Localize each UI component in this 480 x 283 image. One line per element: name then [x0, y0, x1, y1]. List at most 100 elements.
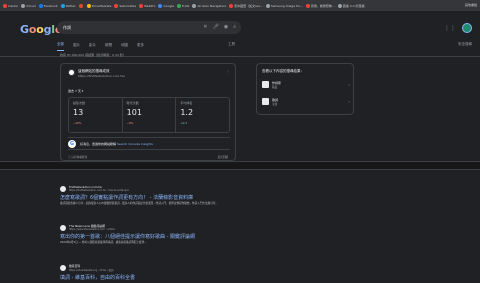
metric-label: 點擊次數 — [73, 101, 86, 105]
bookmark-favicon-icon — [177, 3, 182, 8]
bookmark-item[interactable]: Twitter — [60, 3, 76, 8]
search-console-icon: G — [68, 139, 76, 148]
bookmark-item[interactable]: Facebook — [38, 3, 58, 8]
bookmark-label: E-UR — [182, 3, 190, 8]
result-title[interactable]: 怎麼寫歌詞？6個實點讓作詞更有方向！ - 法蘭條影音資料庫 — [60, 194, 260, 201]
search-console-text: 好消息，透過你的網站瞭解 Search Console Insights — [80, 141, 153, 146]
search-console-link[interactable]: G 好消息，透過你的網站瞭解 Search Console Insights — [68, 137, 230, 150]
more-options-icon[interactable]: ⋮ — [226, 69, 230, 74]
tools-button[interactable]: 工具 — [228, 42, 235, 47]
bookmark-favicon-icon — [38, 3, 43, 8]
result-snippet: 2020年6月5日 — 你可以選擇先寫旋律再填詞，或者先寫歌詞再配上旋律... — [60, 241, 147, 244]
metric-value: 13 — [73, 108, 84, 117]
bookmark-favicon-icon — [139, 3, 144, 8]
bookmark-item[interactable]: Insider — [3, 3, 18, 8]
metrics-table: 點擊次數 13 −40% 曝光次數 101 −8% 平均排名 1.2 +0.2 — [68, 97, 230, 133]
result-site[interactable]: The News Lens 關鍵評論網 https://www.thenewsl… — [60, 224, 260, 231]
bookmark-label: DriveHelvete — [91, 3, 112, 8]
bookmark-item[interactable]: All Gian Navigators — [192, 3, 227, 8]
bookmark-item[interactable]: SaturGlobe — [114, 3, 137, 8]
metric-change: +0.2 — [180, 121, 188, 125]
search-icon[interactable]: ⌕ — [233, 24, 236, 30]
result-title[interactable]: 寫出你的第一首歌：八個絕佳提示讓你寫好歌曲 - 關鍵評論網 — [60, 233, 260, 240]
tab-3[interactable]: 新聞 — [105, 42, 112, 51]
site-favicon-icon — [60, 224, 66, 231]
bookmark-favicon-icon — [21, 3, 26, 8]
visibility-note: ⓘ 只有你看得到 — [68, 156, 87, 159]
item-thumbnail — [262, 81, 269, 88]
search-tabs: 全部 圖片 影片 新聞 地圖 更多 — [57, 42, 144, 51]
bookmark-item[interactable]: iCloud — [21, 3, 36, 8]
apps-grid-icon[interactable]: ⋮⋮ — [444, 25, 456, 32]
safesearch-button[interactable]: 安全搜尋 — [458, 42, 472, 47]
feedback-link[interactable]: 意見回饋 — [218, 155, 228, 159]
tab-4[interactable]: 地圖 — [121, 42, 128, 51]
metric-label: 曝光次數 — [126, 101, 139, 105]
search-result: 維基百科 https://zh.wikipedia.org › zh-tw › … — [60, 264, 260, 281]
metric-value: 101 — [126, 108, 142, 117]
bookmark-item[interactable] — [78, 3, 84, 8]
search-box[interactable]: 作詞 ✕ 🎤︎ ◉ ⌕ — [57, 21, 241, 34]
bookmark-item[interactable]: WebPro — [139, 3, 156, 8]
result-title[interactable]: 填詞 - 維基百科，自由的百科全書 — [60, 274, 260, 281]
panel-item[interactable]: 歌詞 主題 › — [262, 95, 350, 108]
item-title: 歌詞 — [272, 97, 279, 102]
item-subtitle: 主題 — [272, 102, 278, 106]
card-url[interactable]: https://findfastsolution.com.tw/ — [78, 74, 125, 78]
bookmark-label: Twitter — [65, 3, 76, 8]
bookmark-item[interactable]: Google — [158, 3, 174, 8]
bookmark-item[interactable]: Samsung Image fro... — [265, 3, 303, 8]
bookmark-favicon-icon — [337, 3, 342, 8]
bookmark-label: SaturGlobe — [119, 3, 137, 8]
clear-icon[interactable]: ✕ — [203, 24, 207, 30]
site-favicon-icon — [60, 265, 66, 271]
bookmark-favicon-icon — [78, 3, 83, 8]
item-subtitle: 職業 — [272, 85, 278, 89]
bookmark-label: iCloud — [26, 3, 36, 8]
search-result: findfastsolution.com.tw https://findfast… — [60, 185, 260, 206]
bookmark-label: 廣播 4.0 於廣播 — [342, 3, 365, 8]
bookmark-label: All Gian Navigators — [197, 3, 227, 8]
chevron-right-icon: › — [348, 99, 350, 104]
bookmark-item[interactable]: 廣播 4.0 於廣播 — [337, 3, 365, 8]
tab-5[interactable]: 更多 — [137, 42, 144, 51]
item-title: 作詞家 — [272, 80, 282, 85]
header-actions: ⋮⋮ — [444, 23, 472, 33]
tab-2[interactable]: 影片 — [89, 42, 96, 51]
bookmark-item[interactable]: 音樂，娛樂發佈... — [305, 3, 335, 8]
result-site[interactable]: findfastsolution.com.tw https://findfast… — [60, 185, 260, 192]
other-bookmarks[interactable]: 其他書籤 — [465, 3, 477, 7]
metric-change: −8% — [126, 121, 134, 125]
metric-value: 1.2 — [180, 108, 194, 117]
mic-icon[interactable]: 🎤︎ — [212, 24, 218, 30]
item-thumbnail — [262, 98, 269, 105]
card-header: 這個網站的搜尋成效 https://findfastsolution.com.t… — [68, 69, 125, 78]
tab-1[interactable]: 圖片 — [73, 42, 80, 51]
bookmark-label: Samsung Image fro... — [270, 3, 303, 8]
site-favicon-icon — [60, 185, 66, 192]
bookmark-item[interactable]: 東中國華（如文rea... — [229, 3, 263, 8]
bookmark-favicon-icon — [265, 3, 270, 8]
panel-title: 查看以下內容的搜尋結果： — [262, 69, 304, 73]
google-logo[interactable]: Google — [20, 23, 62, 36]
metric-impressions: 曝光次數 101 −8% — [123, 98, 177, 132]
site-url: https://zh.wikipedia.org › zh-tw › 填詞 — [69, 269, 114, 272]
avatar[interactable] — [462, 23, 472, 33]
tab-0[interactable]: 全部 — [57, 42, 64, 51]
bookmark-favicon-icon — [192, 3, 197, 8]
result-site[interactable]: 維基百科 https://zh.wikipedia.org › zh-tw › … — [60, 264, 260, 272]
search-result: The News Lens 關鍵評論網 https://www.thenewsl… — [60, 224, 260, 245]
period-selector[interactable]: 過去 7 天 ▾ — [68, 89, 83, 93]
site-url: https://www.thenewslens.com › article — [69, 228, 115, 231]
search-actions: ✕ 🎤︎ ◉ ⌕ — [203, 24, 236, 30]
site-url: https://findfastsolution.com.tw › how-to… — [69, 189, 130, 192]
search-input[interactable]: 作詞 — [63, 25, 71, 31]
lens-icon[interactable]: ◉ — [224, 24, 228, 30]
panel-item[interactable]: 作詞家 職業 › — [262, 78, 350, 91]
bookmark-item[interactable]: DriveHelvete — [86, 3, 112, 8]
bookmark-label: 東中國華（如文rea... — [234, 3, 263, 8]
bookmark-label: Facebook — [43, 3, 58, 8]
bookmark-item[interactable]: E-UR — [177, 3, 190, 8]
bookmark-label: WebPro — [144, 3, 156, 8]
bookmark-favicon-icon — [158, 3, 163, 8]
